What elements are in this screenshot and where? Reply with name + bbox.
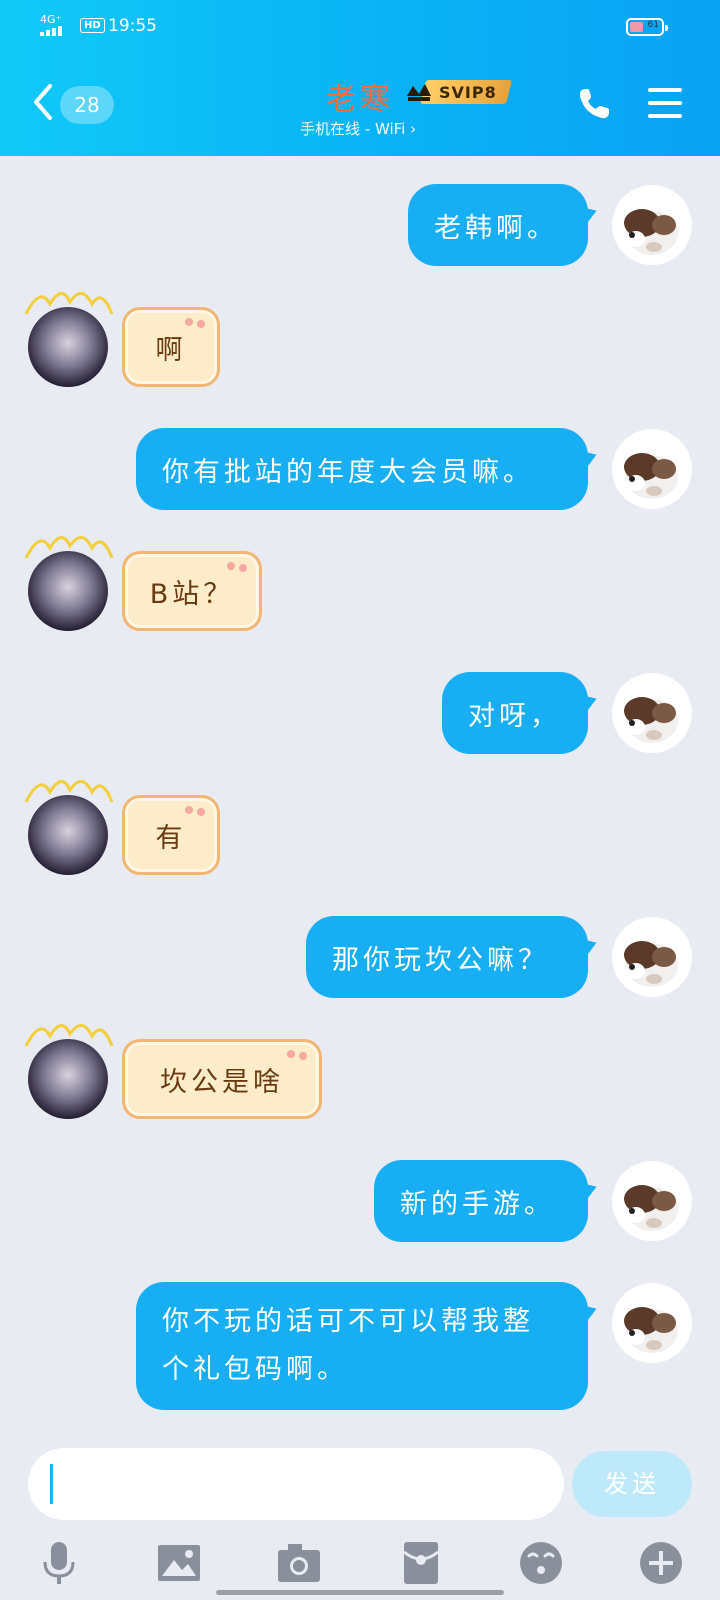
chat-header: 4G⁺ HD 19:55 61 28 老寒 SVIP8 手机在线 - WiFi … [0,0,720,156]
online-status[interactable]: 手机在线 - WiFi › [300,118,416,139]
message-text: 有 [155,822,187,854]
message-text: 你不玩的话可不可以帮我整个礼包码啊。 [162,1306,534,1385]
message-outgoing[interactable]: 新的手游。 [374,1160,588,1242]
message-outgoing[interactable]: 对呀， [442,672,588,754]
my-avatar[interactable] [612,1283,692,1363]
message-text: 坎公是啥 [160,1066,284,1098]
dog-avatar-icon [624,1307,678,1353]
dog-avatar-icon [624,697,678,743]
bubble-decoration [227,562,249,572]
menu-icon[interactable] [648,88,682,120]
battery-icon: 61 [626,18,668,36]
battery-level: 61 [647,20,659,30]
message-incoming[interactable]: 有 [122,795,220,875]
dog-avatar-icon [624,941,678,987]
signal-bars-icon [40,26,62,36]
image-icon[interactable] [156,1540,202,1586]
my-avatar[interactable] [612,917,692,997]
message-outgoing[interactable]: 你有批站的年度大会员嘛。 [136,428,588,510]
clock: 19:55 [108,16,157,36]
message-incoming[interactable]: 坎公是啥 [122,1039,322,1119]
message-text: 啊 [155,334,187,366]
contact-avatar[interactable] [28,1039,108,1119]
dog-avatar-icon [624,453,678,499]
unread-count-badge[interactable]: 28 [60,86,114,124]
my-avatar[interactable] [612,185,692,265]
message-text: 你有批站的年度大会员嘛。 [162,456,534,488]
phone-call-icon[interactable] [576,86,612,122]
emoji-icon[interactable] [518,1540,564,1586]
message-text: B站？ [149,578,235,610]
svip-label: SVIP8 [439,83,497,102]
send-button[interactable]: 发送 [572,1451,692,1517]
message-text: 老韩啊。 [434,212,558,244]
message-outgoing[interactable]: 老韩啊。 [408,184,588,266]
crown-icon [407,84,431,101]
message-incoming[interactable]: B站？ [122,551,262,631]
message-outgoing[interactable]: 那你玩坎公嘛？ [306,916,588,998]
svip-badge: SVIP8 [405,78,512,106]
message-incoming[interactable]: 啊 [122,307,220,387]
text-cursor [50,1464,53,1504]
plus-icon[interactable] [638,1540,684,1586]
status-bar: 4G⁺ HD 19:55 61 [0,0,720,52]
contact-avatar[interactable] [28,307,108,387]
signal-indicator: 4G⁺ [40,13,62,36]
bubble-decoration [287,1050,309,1060]
message-outgoing[interactable]: 你不玩的话可不可以帮我整个礼包码啊。 [136,1282,588,1410]
bubble-decoration [185,318,207,328]
camera-icon[interactable] [276,1540,322,1586]
message-text: 新的手游。 [400,1188,555,1220]
red-packet-icon[interactable] [398,1540,444,1586]
dog-avatar-icon [624,1185,678,1231]
dog-avatar-icon [624,209,678,255]
message-text: 对呀， [468,700,561,732]
my-avatar[interactable] [612,1161,692,1241]
message-input[interactable] [28,1448,564,1520]
my-avatar[interactable] [612,429,692,509]
contact-avatar[interactable] [28,795,108,875]
hd-badge: HD [80,18,105,33]
my-avatar[interactable] [612,673,692,753]
back-arrow-icon[interactable] [30,82,56,122]
mic-icon[interactable] [36,1540,82,1586]
message-text: 那你玩坎公嘛？ [332,944,549,976]
contact-name[interactable]: 老寒 [326,74,394,118]
bubble-decoration [185,806,207,816]
contact-avatar[interactable] [28,551,108,631]
home-indicator[interactable] [216,1590,504,1595]
network-type: 4G⁺ [40,13,62,26]
